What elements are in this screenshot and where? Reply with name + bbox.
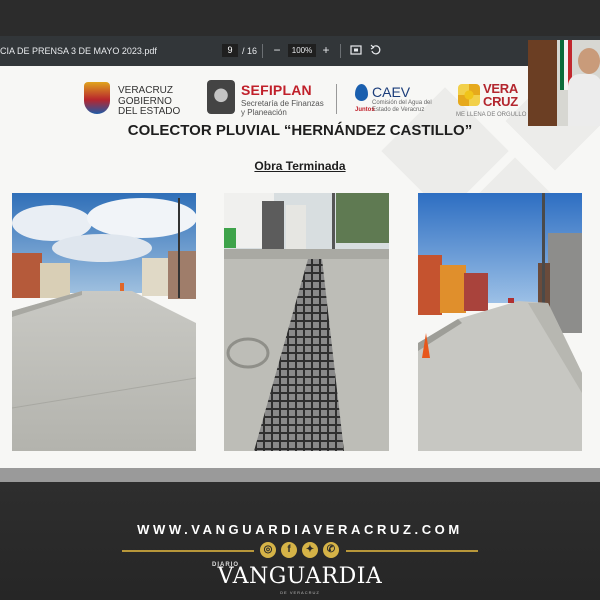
page-total: / 16: [242, 46, 258, 56]
presenter-head: [578, 48, 600, 74]
street-photo-3: [418, 193, 582, 451]
zoom-level-input[interactable]: 100%: [288, 44, 316, 57]
logo-text: Estado de Veracruz: [372, 107, 425, 113]
drain-grate-photo: [224, 193, 389, 451]
facebook-icon[interactable]: f: [281, 542, 297, 558]
file-name: CIA DE PRENSA 3 DE MAYO 2023.pdf: [0, 46, 157, 56]
webcam-overlay: [528, 40, 600, 126]
pdf-toolbar: CIA DE PRENSA 3 DE MAYO 2023.pdf 9 / 16 …: [0, 36, 600, 66]
brand-suffix: DE VERACRUZ: [280, 590, 320, 595]
logo-divider: [336, 84, 337, 114]
slide-title: COLECTOR PLUVIAL “HERNÁNDEZ CASTILLO”: [127, 122, 473, 139]
pdf-slide: VERACRUZ GOBIERNO DEL ESTADO SEFIPLAN Se…: [0, 66, 600, 468]
presenter-body: [568, 74, 600, 126]
gobierno-veracruz-logo: VERACRUZ GOBIERNO DEL ESTADO: [84, 82, 184, 118]
zoom-in-button[interactable]: +: [319, 42, 333, 58]
logo-text: Secretaría de Finanzas: [241, 99, 324, 108]
logo-text: y Planeación: [241, 108, 287, 117]
slide-subtitle: Obra Terminada: [0, 159, 600, 173]
water-drop-icon: [355, 84, 368, 101]
site-url[interactable]: WWW.VANGUARDIAVERACRUZ.COM: [0, 522, 600, 537]
logo-text: DEL ESTADO: [118, 106, 181, 117]
news-footer: WWW.VANGUARDIAVERACRUZ.COM ◎ f ✦ ✆ DIARI…: [0, 482, 600, 600]
screenshot: CIA DE PRENSA 3 DE MAYO 2023.pdf 9 / 16 …: [0, 0, 600, 600]
page-number-input[interactable]: 9: [222, 44, 238, 57]
logo-text: CRUZ: [483, 94, 518, 109]
sefiplan-seal-icon: [207, 80, 235, 114]
veracruz-orgullo-logo: VERA CRUZ ME LLENA DE ORGULLO: [456, 80, 526, 124]
subtitle-text: Obra Terminada: [254, 159, 346, 173]
toolbar-divider: [262, 44, 263, 58]
rotate-icon[interactable]: [370, 44, 382, 56]
gold-divider: [122, 550, 254, 552]
toolbar-divider: [340, 44, 341, 58]
pdf-viewer-bottom: [0, 468, 600, 482]
caev-logo: CAEV Comisión del Agua del Estado de Ver…: [355, 82, 445, 122]
logo-text: ME LLENA DE ORGULLO: [456, 112, 527, 118]
fit-page-icon[interactable]: [350, 44, 362, 56]
logo-text: Juntos: [355, 107, 375, 113]
street-photo-1: [12, 193, 196, 451]
flower-icon: [458, 84, 480, 106]
logo-text: Comisión del Agua del: [372, 100, 432, 106]
gold-divider: [346, 550, 478, 552]
whatsapp-icon[interactable]: ✆: [323, 542, 339, 558]
veracruz-shield-icon: [84, 82, 110, 114]
twitter-icon[interactable]: ✦: [302, 542, 318, 558]
logo-text: VERACRUZ: [118, 85, 174, 96]
logo-text: SEFIPLAN: [241, 82, 312, 98]
sefiplan-logo: SEFIPLAN Secretaría de Finanzas y Planea…: [207, 80, 327, 120]
instagram-icon[interactable]: ◎: [260, 542, 276, 558]
top-strip: [0, 0, 600, 36]
brand-name: VANGUARDIA: [217, 564, 383, 589]
logo-text: CAEV: [372, 84, 411, 100]
zoom-out-button[interactable]: −: [270, 42, 284, 58]
